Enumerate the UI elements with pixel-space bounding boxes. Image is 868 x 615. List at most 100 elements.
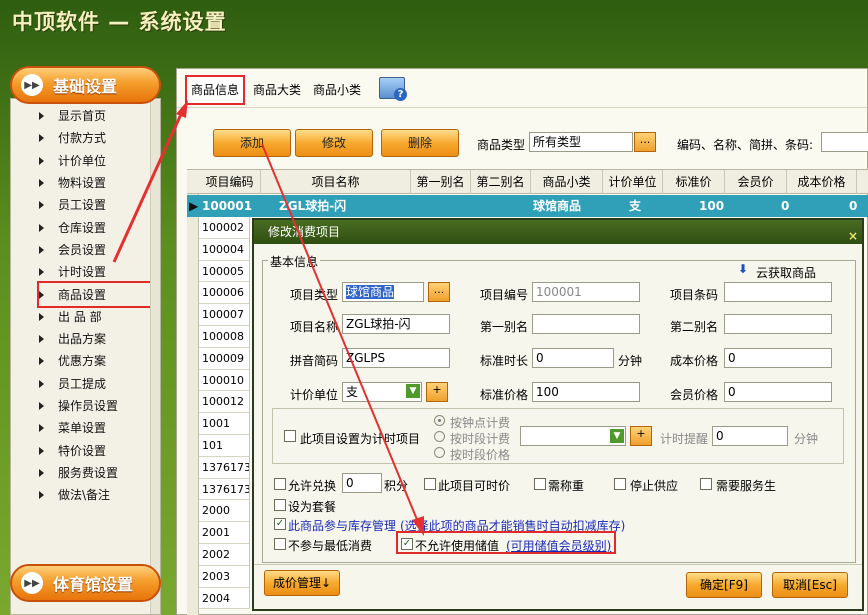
col-header-alias2[interactable]: 第二别名 — [471, 170, 531, 194]
col-header-code[interactable]: 项目编码 — [199, 170, 261, 194]
help-monitor-icon[interactable] — [379, 77, 407, 101]
pinyin-field[interactable]: ZGLPS — [342, 348, 450, 368]
table-row[interactable]: 100012 — [199, 391, 250, 414]
alias2-field[interactable] — [724, 314, 832, 334]
item-code-label: 项目编号 — [480, 288, 529, 302]
tab-product-subcategory[interactable]: 商品小类 — [309, 77, 365, 103]
col-header-unit[interactable]: 计价单位 — [603, 170, 663, 194]
cancel-button[interactable]: 取消[Esc] — [772, 572, 848, 598]
search-input[interactable] — [821, 132, 868, 152]
dialog-titlebar[interactable]: 修改消费项目 × — [254, 220, 862, 244]
tab-product-info[interactable]: 商品信息 — [184, 75, 246, 105]
chevron-down-icon[interactable]: ▼ — [610, 429, 624, 443]
table-row[interactable]: 2001 — [199, 522, 250, 544]
table-row[interactable]: 2003 — [199, 565, 250, 588]
set-combo-checkbox[interactable] — [274, 499, 286, 511]
col-header-price[interactable]: 标准价 — [663, 170, 725, 194]
sidebar-item[interactable]: 服务费设置 — [39, 462, 151, 484]
tab-product-category[interactable]: 商品大类 — [249, 77, 305, 103]
table-row[interactable]: 100010 — [199, 369, 250, 392]
ok-button[interactable]: 确定[F9] — [686, 572, 762, 598]
std-price-label: 标准价格 — [480, 388, 529, 402]
table-row[interactable]: 100005 — [199, 260, 250, 283]
sidebar-item[interactable]: 菜单设置 — [39, 417, 151, 439]
product-type-field[interactable]: 所有类型 — [529, 132, 633, 152]
alias1-field[interactable] — [532, 314, 640, 334]
need-waiter-checkbox[interactable] — [700, 478, 712, 490]
col-header-subtype[interactable]: 商品小类 — [531, 170, 603, 194]
std-duration-field[interactable]: 0 — [532, 348, 614, 368]
timing-add-button[interactable]: + — [630, 426, 652, 446]
remind-field[interactable]: 0 — [712, 426, 788, 446]
item-type-field[interactable]: 球馆商品 — [342, 282, 424, 302]
any-time-checkbox[interactable] — [424, 478, 436, 490]
std-price-field[interactable]: 100 — [532, 382, 640, 402]
sidebar-group-basic[interactable]: ▶▶ 基础设置 — [10, 66, 161, 104]
sidebar-item[interactable]: 显示首页 — [39, 105, 151, 127]
sidebar-item[interactable]: 员工设置 — [39, 194, 151, 216]
sidebar-item[interactable]: 仓库设置 — [39, 216, 151, 238]
need-weigh-checkbox[interactable] — [534, 478, 546, 490]
stop-supply-checkbox[interactable] — [614, 478, 626, 490]
cost-field[interactable]: 0 — [724, 348, 832, 368]
chevron-down-icon[interactable]: ▼ — [406, 384, 420, 398]
sidebar-scrollbar[interactable] — [150, 99, 160, 614]
sidebar-item[interactable]: 会员设置 — [39, 239, 151, 261]
col-header-name[interactable]: 项目名称 — [261, 170, 411, 194]
no-min-spend-checkbox[interactable] — [274, 538, 286, 550]
sidebar-item[interactable]: 出品方案 — [39, 328, 151, 350]
sidebar-item[interactable]: 计价单位 — [39, 150, 151, 172]
table-row[interactable]: 100004 — [199, 238, 250, 261]
item-type-picker-button[interactable]: ... — [428, 282, 450, 302]
unit-add-button[interactable]: + — [426, 382, 448, 402]
table-row[interactable]: 1001 — [199, 413, 250, 435]
sidebar-item-label: 商品设置 — [58, 287, 107, 302]
col-header-member-price[interactable]: 会员价 — [725, 170, 787, 194]
member-price-field[interactable]: 0 — [724, 382, 832, 402]
sidebar-item[interactable]: 计时设置 — [39, 261, 151, 283]
radio-by-period[interactable] — [434, 431, 445, 442]
col-header-cost[interactable]: 成本价格 — [787, 170, 857, 194]
table-row[interactable]: 2004 — [199, 587, 250, 610]
edit-button[interactable]: 修改 — [295, 129, 373, 157]
table-row[interactable]: 2002 — [199, 543, 250, 566]
table-row[interactable]: 2000 — [199, 500, 250, 523]
cost-management-button[interactable]: 成价管理↓ — [264, 570, 340, 596]
sidebar-item[interactable]: 操作员设置 — [39, 395, 151, 417]
cloud-fetch-button[interactable]: 云获取商品 — [756, 264, 816, 281]
table-row[interactable]: 100007 — [199, 304, 250, 326]
sidebar-item[interactable]: 员工提成 — [39, 373, 151, 395]
table-row-selected[interactable]: ▶ 100001 ZGL球拍-闪 球馆商品 支 100 0 0 — [187, 195, 868, 217]
radio-by-price[interactable] — [434, 447, 445, 458]
barcode-field[interactable] — [724, 282, 832, 302]
inventory-checkbox[interactable]: ✓ — [274, 518, 286, 530]
sidebar-item[interactable]: 出 品 部 — [39, 306, 151, 328]
sidebar-item-label: 出 品 部 — [58, 309, 102, 324]
sidebar-item[interactable]: 物料设置 — [39, 172, 151, 194]
table-row[interactable]: 100008 — [199, 325, 250, 348]
item-code-field[interactable]: 100001 — [532, 282, 640, 302]
add-button[interactable]: 添加 — [213, 129, 291, 157]
remind-label: 计时提醒 — [660, 432, 709, 446]
delete-button[interactable]: 删除 — [381, 129, 459, 157]
allow-exchange-checkbox[interactable] — [274, 478, 286, 490]
sidebar-item[interactable]: 做法\备注 — [39, 484, 151, 506]
table-row[interactable]: 100009 — [199, 347, 250, 370]
table-row[interactable]: 13761733 — [199, 456, 250, 479]
table-row[interactable]: 13761737 — [199, 478, 250, 501]
points-field[interactable]: 0 — [342, 473, 382, 493]
table-row[interactable]: 101 — [199, 434, 250, 457]
sidebar-item[interactable]: 优惠方案 — [39, 350, 151, 372]
item-name-field[interactable]: ZGL球拍-闪 — [342, 314, 450, 334]
sidebar-item[interactable]: 特价设置 — [39, 439, 151, 461]
table-row[interactable]: 100006 — [199, 282, 250, 305]
product-type-picker-button[interactable]: ... — [634, 132, 656, 152]
timing-checkbox[interactable] — [284, 430, 296, 442]
table-row[interactable]: 100002 — [199, 217, 250, 239]
col-header-alias1[interactable]: 第一别名 — [411, 170, 471, 194]
radio-by-minute[interactable] — [434, 415, 445, 426]
sidebar-item[interactable]: 付款方式 — [39, 127, 151, 149]
close-icon[interactable]: × — [848, 224, 858, 248]
sidebar-group-stadium[interactable]: ▶▶ 体育馆设置 — [10, 564, 161, 602]
sidebar-item[interactable]: 商品设置 — [37, 281, 153, 308]
